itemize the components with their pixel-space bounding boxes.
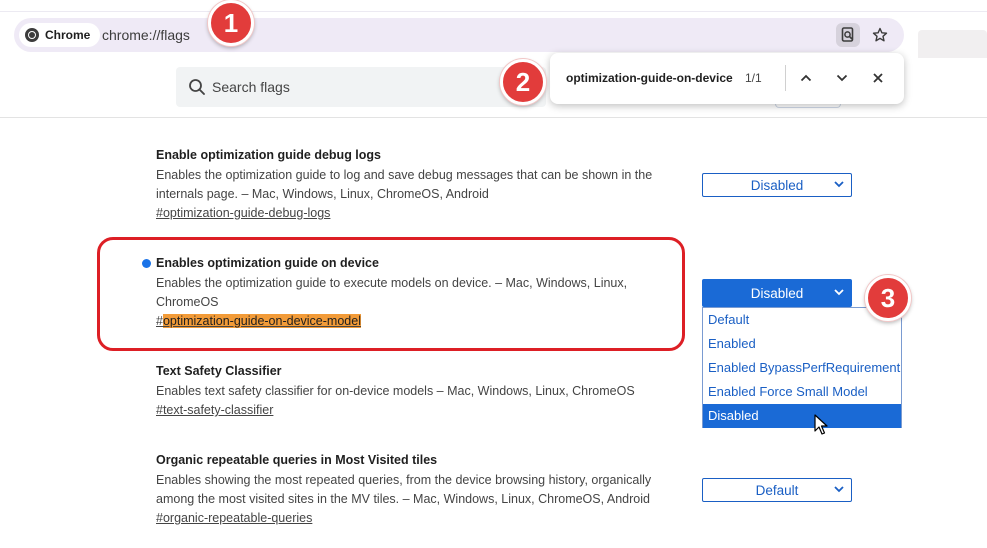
find-match-count: 1/1	[745, 71, 762, 85]
flag-permalink[interactable]: #text-safety-classifier	[156, 401, 676, 420]
chevron-down-icon	[833, 177, 845, 194]
chevron-down-icon	[833, 482, 845, 499]
flag-title: Text Safety Classifier	[156, 364, 282, 378]
chrome-chip-label: Chrome	[45, 28, 91, 42]
flag-description: Enables the optimization guide to log an…	[156, 168, 653, 201]
flag-options-dropdown: Default Enabled Enabled BypassPerfRequir…	[702, 307, 902, 428]
find-previous-chevron-up-icon[interactable]	[795, 67, 817, 89]
flag-description: Enables showing the most repeated querie…	[156, 473, 652, 506]
flag-title: Enable optimization guide debug logs	[156, 148, 381, 162]
browser-toolbar: Chrome chrome://flags	[0, 12, 987, 62]
flag-entry-text-safety-classifier: Text Safety Classifier Enables text safe…	[156, 363, 676, 420]
flag-entry-organic-repeatable-queries: Organic repeatable queries in Most Visit…	[156, 452, 676, 528]
flag-permalink[interactable]: #organic-repeatable-queries	[156, 509, 676, 528]
find-bar: optimization-guide-on-device 1/1	[550, 53, 904, 104]
flag-title: Organic repeatable queries in Most Visit…	[156, 453, 438, 467]
select-value: Default	[755, 482, 799, 498]
dropdown-option-enabled-force-small-model[interactable]: Enabled Force Small Model	[703, 380, 901, 404]
dropdown-option-disabled[interactable]: Disabled	[703, 404, 901, 428]
step-badge-1: 1	[208, 0, 254, 46]
mouse-pointer-icon	[814, 414, 828, 441]
select-value: Disabled	[750, 177, 804, 193]
find-query-input[interactable]: optimization-guide-on-device	[566, 71, 733, 85]
bookmark-star-icon[interactable]	[868, 23, 892, 47]
step-badge-2: 2	[500, 59, 546, 105]
flag-entry-optimization-guide-debug-logs: Enable optimization guide debug logs Ena…	[156, 147, 676, 223]
flag-permalink[interactable]: #optimization-guide-debug-logs	[156, 204, 676, 223]
find-next-chevron-down-icon[interactable]	[831, 67, 853, 89]
tab-strip	[0, 0, 987, 12]
find-close-icon[interactable]	[867, 67, 889, 89]
find-divider	[785, 65, 786, 91]
flag-description: Enables text safety classifier for on-de…	[156, 384, 635, 398]
select-value: Disabled	[750, 285, 804, 301]
chrome-flags-page: Chrome chrome://flags optimization-guide…	[0, 0, 987, 548]
flag-select-organic-repeatable-queries[interactable]: Default	[702, 478, 852, 502]
search-flags-input[interactable]	[212, 77, 512, 97]
dropdown-option-enabled-bypass-perf[interactable]: Enabled BypassPerfRequirement	[703, 356, 901, 380]
search-flags-box[interactable]	[176, 67, 546, 107]
dropdown-option-enabled[interactable]: Enabled	[703, 332, 901, 356]
search-icon	[188, 78, 206, 101]
address-bar[interactable]: Chrome chrome://flags	[14, 18, 904, 52]
chrome-logo-icon	[25, 28, 39, 42]
flag-select-optimization-guide-debug-logs[interactable]: Disabled	[702, 173, 852, 197]
step-badge-3: 3	[865, 275, 911, 321]
chrome-chip[interactable]: Chrome	[19, 23, 101, 47]
chevron-down-icon	[833, 285, 845, 302]
find-in-page-icon[interactable]	[836, 23, 860, 47]
annotation-highlight-box	[97, 237, 685, 351]
url-text[interactable]: chrome://flags	[102, 27, 190, 43]
flag-select-optimization-guide-on-device[interactable]: Disabled	[702, 279, 852, 307]
